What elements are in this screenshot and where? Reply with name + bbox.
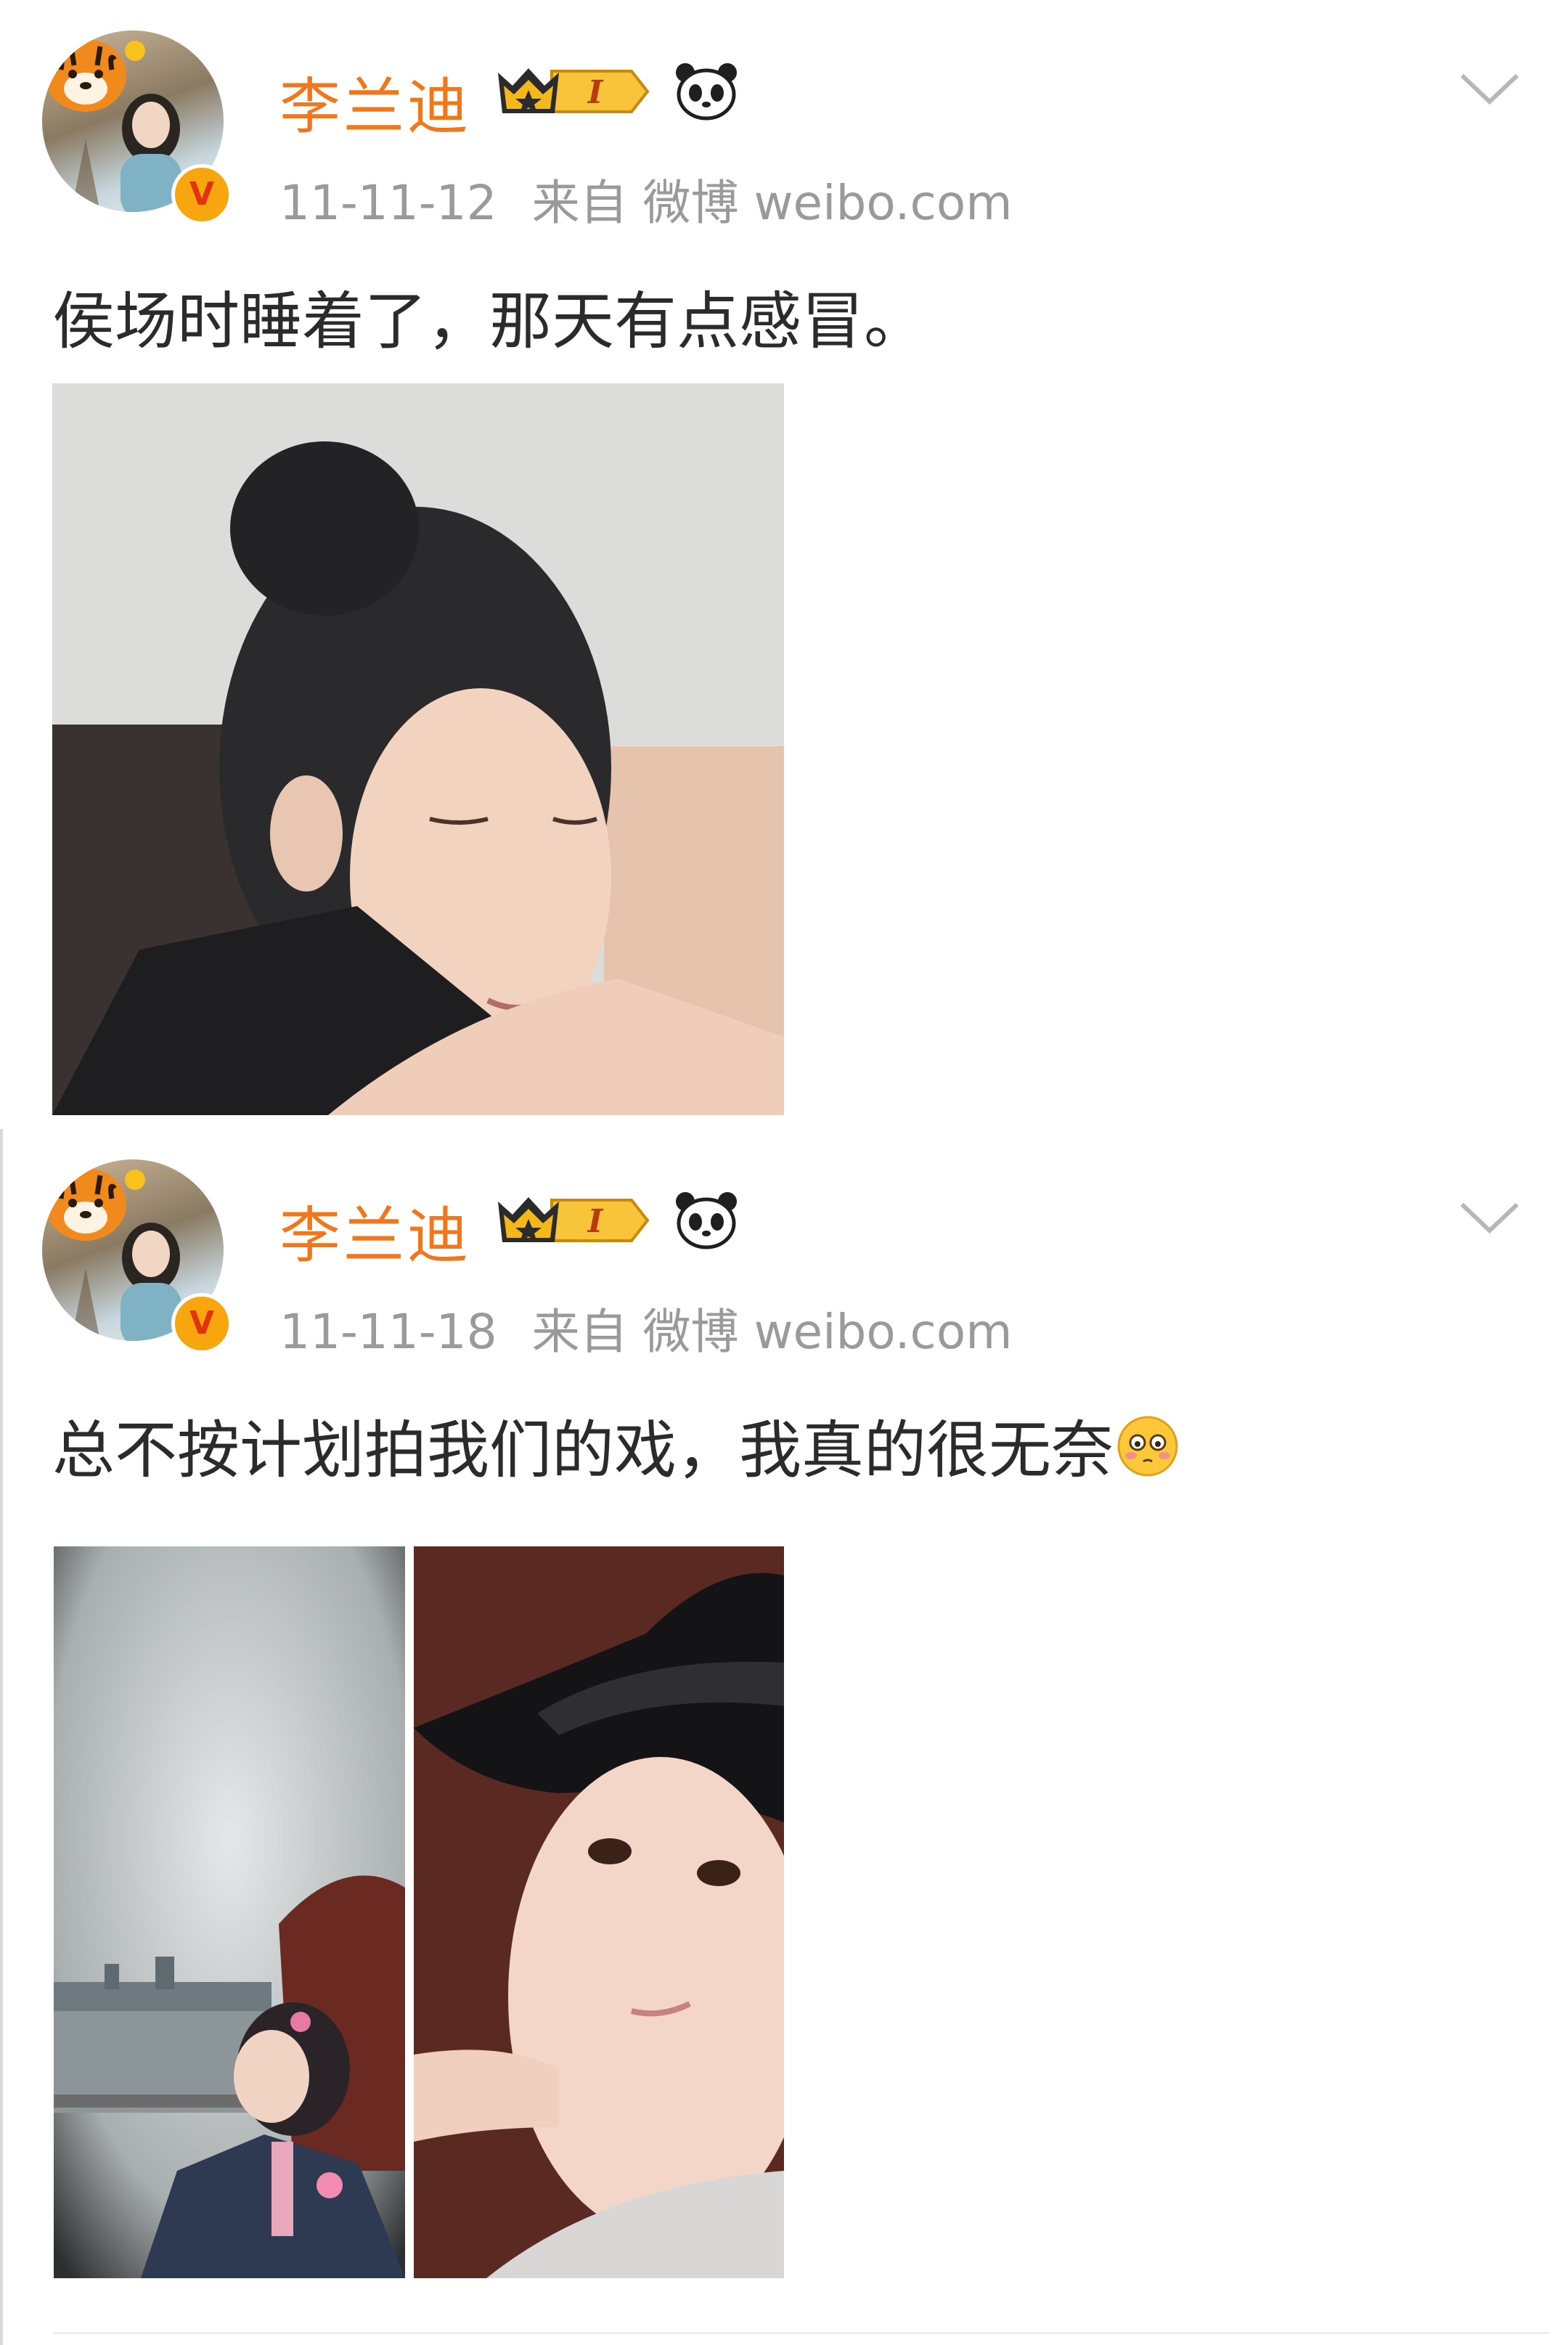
tiger-icon [45,39,145,112]
girl-in-black-hat-photo[interactable] [414,1546,784,2278]
post-meta: 11-11-18 来自 微博 weibo.com [279,1293,1013,1363]
photo-image [52,383,784,1115]
panda-icon [676,1192,737,1249]
chevron-down-icon[interactable] [1459,71,1520,106]
panda-icon [676,63,737,121]
sleeping-girl-photo[interactable] [52,383,784,1115]
post-source[interactable]: 来自 微博 weibo.com [532,175,1013,231]
username[interactable]: 李兰迪 [279,1187,471,1275]
photo-image [54,1546,405,2278]
post-date: 11-11-12 [279,175,497,231]
vip-crown-icon: I [498,1197,650,1242]
photo-gap [405,1546,414,2278]
divider [54,2332,1549,2334]
tiger-icon [45,1168,145,1241]
post-text-row: 总不按计划拍我们的戏，我真的很无奈 [52,1399,1179,1490]
post-source[interactable]: 来自 微博 weibo.com [532,1304,1013,1360]
post-text: 侯场时睡着了，那天有点感冒。 [52,285,926,358]
vip-crown-icon: I [498,68,650,113]
verified-badge: V [171,1293,232,1354]
username[interactable]: 李兰迪 [279,58,471,146]
post-meta: 11-11-12 来自 微博 weibo.com [279,164,1013,234]
post-text: 总不按计划拍我们的戏，我真的很无奈 [52,1414,1114,1487]
photo-image [414,1546,784,2278]
vip-level: I [587,74,604,111]
flushed-face-icon [1117,1416,1178,1477]
post-date: 11-11-18 [279,1304,497,1360]
vip-level: I [587,1203,604,1240]
girl-by-river-photo[interactable] [54,1546,405,2278]
divider [0,1129,3,2345]
verified-badge: V [171,164,232,225]
weibo-post: V 李兰迪 I 11-11-12 来自 微博 weibo.com 侯场时睡着了，那… [0,0,1568,1129]
weibo-post: V 李兰迪 I 11-11-18 来自 微博 weibo.com 总不按计划拍我们… [0,1129,1568,2345]
chevron-down-icon[interactable] [1459,1200,1520,1235]
